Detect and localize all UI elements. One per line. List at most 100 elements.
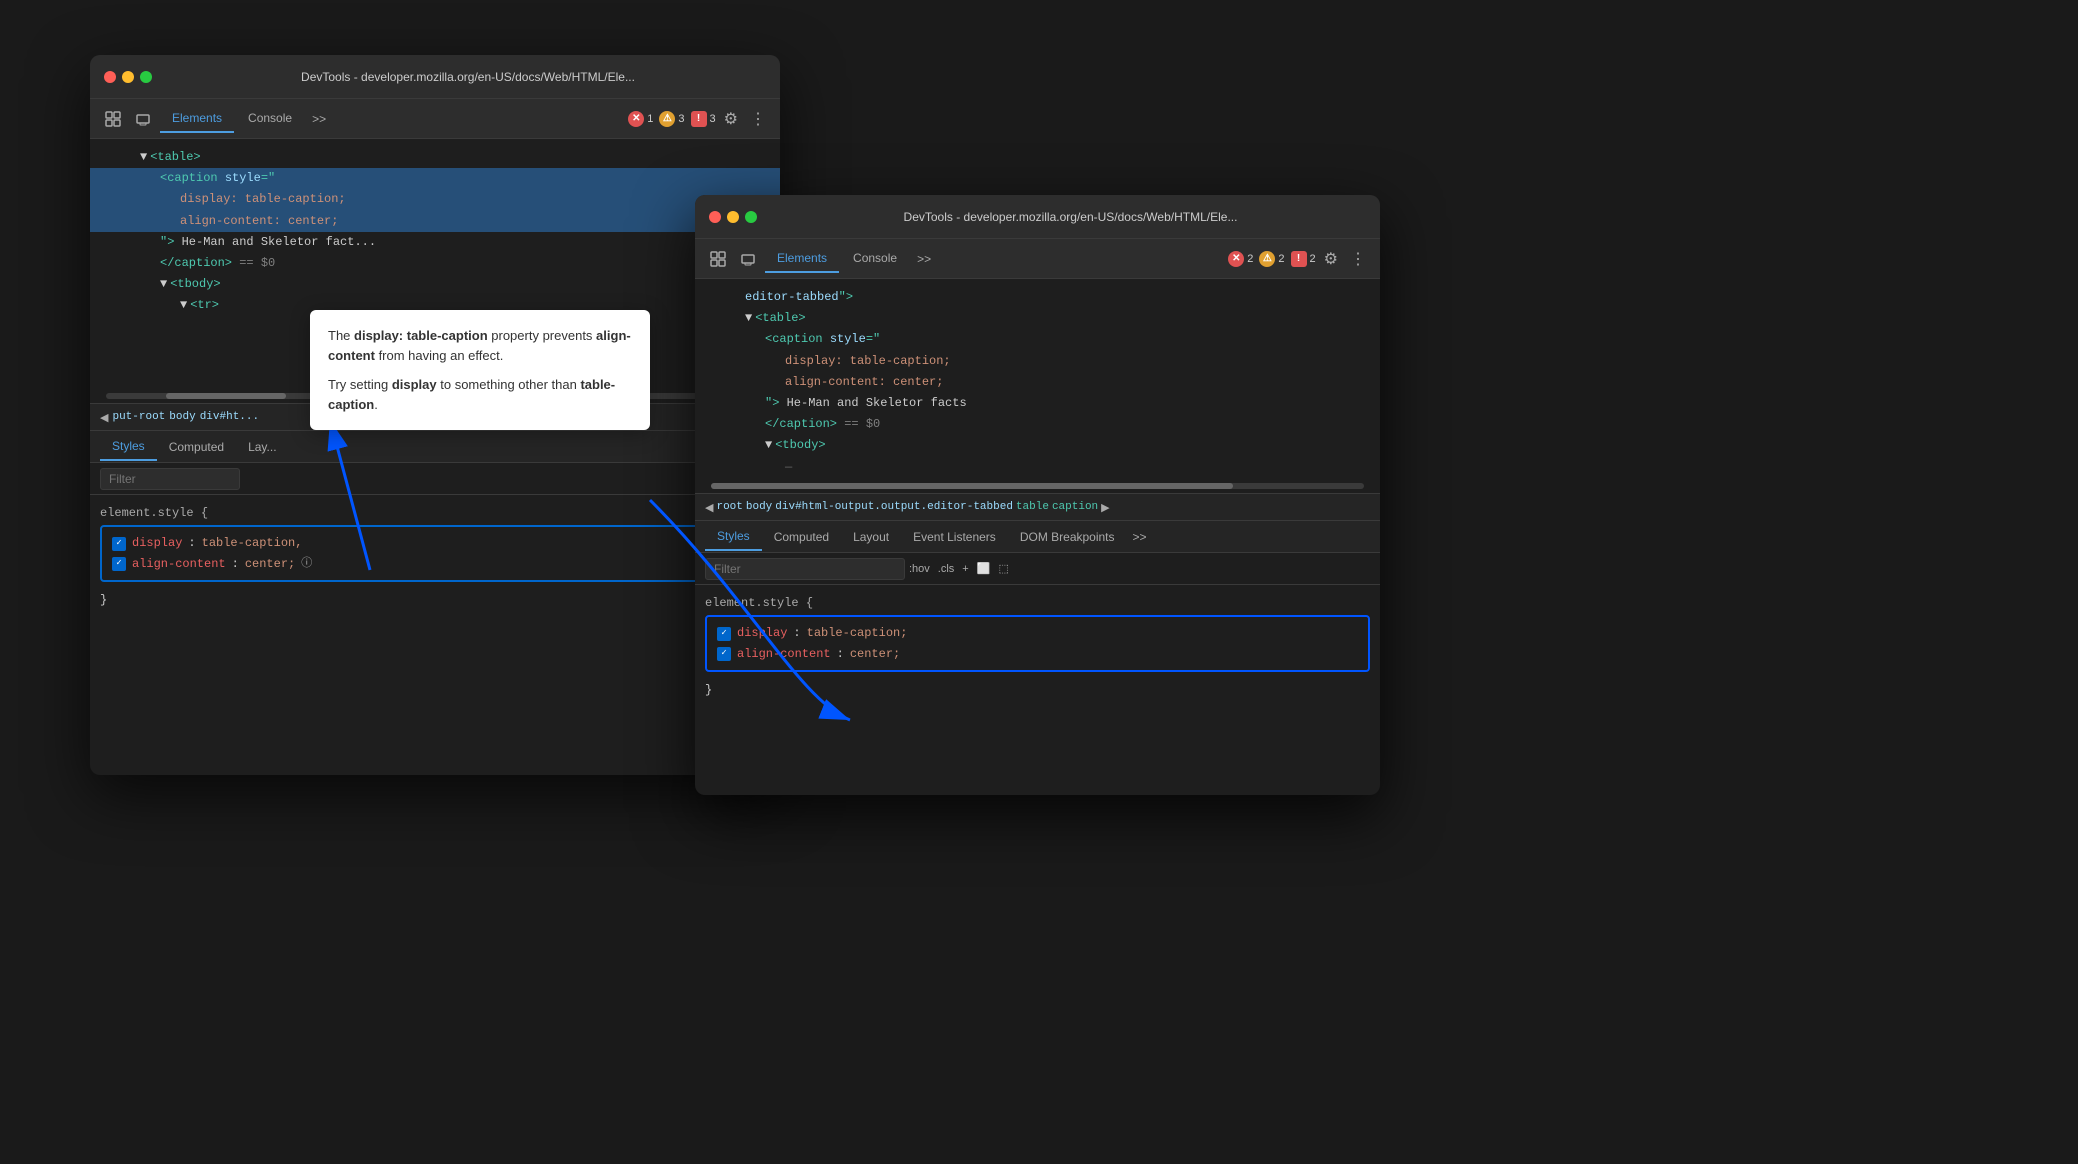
css-prop-name-display-back: display [132,533,182,553]
error-icon-front: ✕ [1228,251,1244,267]
tab-bar-back: Elements Console >> [160,105,616,133]
sub-tab-layout-front[interactable]: Layout [841,524,901,550]
toolbar-front: Elements Console >> ✕ 2 ⚠ 2 ! 2 ⚙ ⋮ [695,239,1380,279]
breadcrumb-div-output[interactable]: div#html-output.output.editor-tabbed [775,501,1013,513]
css-prop-value-align-front: center; [850,644,900,664]
badge-error-front: ✕ 2 [1228,251,1253,267]
badge-info-back: ! 3 [691,111,716,127]
html-line-front: editor-tabbed"> [695,287,1380,308]
device-icon-front[interactable] [735,246,761,272]
css-checkbox-align-back[interactable] [112,557,126,571]
sub-tab-event-listeners[interactable]: Event Listeners [901,524,1008,550]
html-line-front: display: table-caption; [695,351,1380,372]
css-checkbox-display-front[interactable] [717,627,731,641]
badge-warn-front: ⚠ 2 [1259,251,1284,267]
css-checkbox-align-front[interactable] [717,647,731,661]
html-line-front: <caption style=" [695,329,1380,350]
traffic-lights-front [709,211,757,223]
sub-tab-styles-back[interactable]: Styles [100,433,157,461]
sub-tab-more-front[interactable]: >> [1127,526,1153,548]
sub-tab-layout-back[interactable]: Lay... [236,434,288,460]
title-bar-front: DevTools - developer.mozilla.org/en-US/d… [695,195,1380,239]
tab-elements-back[interactable]: Elements [160,105,234,133]
css-prop-name-display-front: display [737,623,787,643]
breadcrumb-div[interactable]: div#ht... [200,411,259,423]
info-icon-back: ! [691,111,707,127]
add-rule-button[interactable]: + [958,561,972,577]
window-title-front: DevTools - developer.mozilla.org/en-US/d… [775,210,1366,224]
filter-input-back[interactable] [100,468,240,490]
css-prop-value-align-back: center; [245,554,295,574]
breadcrumb-root[interactable]: root [716,501,742,513]
maximize-button[interactable] [140,71,152,83]
html-panel-front: editor-tabbed"> ▼<table> <caption style=… [695,279,1380,479]
sub-tab-computed-front[interactable]: Computed [762,524,841,550]
css-panel-back: element.style { display : table-caption,… [90,495,780,619]
traffic-lights-back [104,71,152,83]
breadcrumb-table[interactable]: table [1016,501,1049,513]
more-icon-back[interactable]: ⋮ [746,105,770,133]
breadcrumb-body-front[interactable]: body [746,501,772,513]
settings-icon-front[interactable]: ⚙ [1320,245,1342,273]
breadcrumb-caption[interactable]: caption [1052,501,1098,513]
badge-error-back: ✕ 1 [628,111,653,127]
css-panel-front: element.style { display : table-caption;… [695,585,1380,709]
breadcrumb-back-arrow-front[interactable]: ◀ [705,501,713,514]
title-bar-back: DevTools - developer.mozilla.org/en-US/d… [90,55,780,99]
html-line-front: "> He-Man and Skeletor facts [695,393,1380,414]
breadcrumb-forward-arrow-front[interactable]: ▶ [1101,501,1109,514]
info-icon-front: ! [1291,251,1307,267]
minimize-button-front[interactable] [727,211,739,223]
devtools-window-front: DevTools - developer.mozilla.org/en-US/d… [695,195,1380,795]
close-button-front[interactable] [709,211,721,223]
tooltip-line2: Try setting display to something other t… [328,375,632,414]
more-icon-front[interactable]: ⋮ [1346,245,1370,273]
inspect-icon[interactable] [100,106,126,132]
css-prop-value-display-back: table-caption, [202,533,303,553]
settings-icon-back[interactable]: ⚙ [720,105,742,133]
sub-tab-styles-front[interactable]: Styles [705,523,762,551]
css-prop-display-front: display : table-caption; [717,623,1358,643]
toggle-view-button[interactable]: ⬜ [973,560,995,577]
css-prop-name-align-back: align-content [132,554,226,574]
scrollbar-thumb-front[interactable] [711,483,1233,489]
tab-console-back[interactable]: Console [236,105,304,133]
breadcrumb-body[interactable]: body [169,411,195,423]
close-button[interactable] [104,71,116,83]
scrollbar-track-front[interactable] [711,483,1364,489]
inspect-icon-front[interactable] [705,246,731,272]
hov-button[interactable]: :hov [905,561,934,577]
tab-more-front[interactable]: >> [911,248,937,270]
badge-warn-back: ⚠ 3 [659,111,684,127]
tab-more-back[interactable]: >> [306,108,332,130]
html-line: display: table-caption; [90,189,780,210]
css-prop-value-display-front: table-caption; [807,623,908,643]
html-line: ▼<tbody> [90,274,780,295]
inspect-mode-button[interactable]: ⬚ [994,560,1012,577]
tab-elements-front[interactable]: Elements [765,245,839,273]
css-close-brace-front: } [705,680,1370,700]
cls-button[interactable]: .cls [934,561,959,577]
css-prop-align-back: align-content : center; ⓘ [112,554,758,574]
css-rule-block-front: display : table-caption; align-content :… [705,615,1370,672]
css-checkbox-display-back[interactable] [112,537,126,551]
html-line-front: ▼<tbody> [695,435,1380,456]
breadcrumb-back-arrow[interactable]: ◀ [100,411,108,424]
badge-group-back: ✕ 1 ⚠ 3 ! 3 [628,111,715,127]
maximize-button-front[interactable] [745,211,757,223]
device-icon[interactable] [130,106,156,132]
sub-tab-dom-breakpoints[interactable]: DOM Breakpoints [1008,524,1127,550]
html-line-front: — [695,457,1380,478]
sub-tab-computed-back[interactable]: Computed [157,434,236,460]
window-title-back: DevTools - developer.mozilla.org/en-US/d… [170,70,766,84]
filter-input-front[interactable] [705,558,905,580]
scrollbar-thumb-back[interactable] [166,393,286,399]
badge-info-front: ! 2 [1291,251,1316,267]
html-line: </caption> == $0 [90,253,780,274]
html-line: align-content: center; [90,211,780,232]
css-rule-label-front: element.style { [705,593,1370,613]
breadcrumb-put-root[interactable]: put-root [112,411,165,423]
minimize-button[interactable] [122,71,134,83]
filter-bar-back [90,463,780,495]
tab-console-front[interactable]: Console [841,245,909,273]
